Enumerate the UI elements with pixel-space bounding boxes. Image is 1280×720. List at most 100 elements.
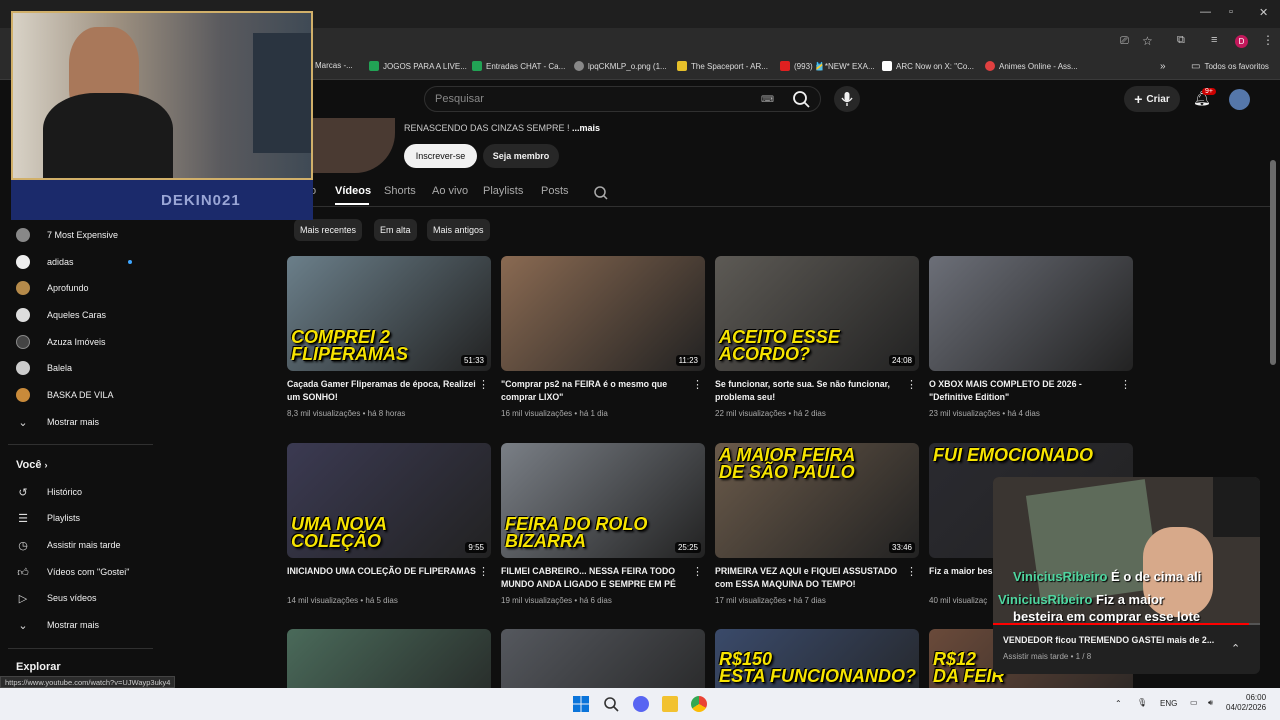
video-card[interactable]: UMA NOVA COLEÇÃO 9:55 INICIANDO UMA COLEÇÃ… [287,443,491,613]
language-indicator[interactable]: ENG [1160,699,1177,708]
close-icon[interactable]: ✕ [1259,6,1268,19]
network-icon[interactable]: ▭ [1190,698,1198,707]
windows-start-icon[interactable] [573,696,589,712]
bookmark-item[interactable]: Entradas CHAT - Ca... [472,61,565,71]
video-title[interactable]: O XBOX MAIS COMPLETO DE 2026 - "Definiti… [929,378,1119,404]
video-title[interactable]: FILMEI CABREIRO... NESSA FEIRA TODO MUND… [501,565,691,591]
sidebar-sub-aqueles-caras[interactable]: Aqueles Caras [16,303,106,327]
video-thumbnail[interactable] [501,629,705,688]
video-thumbnail[interactable]: ACEITO ESSE ACORDO? 24:08 [715,256,919,371]
reading-list-icon[interactable]: ≡ [1211,34,1217,46]
more-actions-icon[interactable]: ⋮ [478,565,489,578]
video-card[interactable]: R$150 ESTA FUNCIONANDO? [715,629,919,688]
system-clock[interactable]: 06:00 04/02/2026 [1226,693,1266,713]
search-input[interactable]: Pesquisar [435,93,484,105]
expand-queue-icon[interactable]: ⌃ [1231,642,1240,655]
video-thumbnail[interactable]: COMPREI 2 FLIPERAMAS 51:33 [287,256,491,371]
more-actions-icon[interactable]: ⋮ [1120,378,1131,391]
volume-icon[interactable]: 🔊︎ [1208,698,1213,708]
video-card[interactable]: ACEITO ESSE ACORDO? 24:08 Se funcionar, so… [715,256,919,426]
video-thumbnail[interactable]: UMA NOVA COLEÇÃO 9:55 [287,443,491,558]
sidebar-show-more-2[interactable]: ⌄ Mostrar mais [16,613,99,637]
discord-icon[interactable] [633,696,649,712]
sidebar-item-history[interactable]: ↺ Histórico [16,480,82,504]
bookmark-item[interactable]: lpqCKMLP_o.png (1... [574,61,667,71]
chevron-up-icon[interactable]: ⌃ [1115,699,1122,708]
tab-videos[interactable]: Vídeos [335,185,371,197]
star-icon[interactable]: ☆ [1142,34,1153,48]
tab-posts[interactable]: Posts [541,185,569,197]
sidebar-item-your-videos[interactable]: ▷ Seus vídeos [16,586,97,610]
video-thumbnail[interactable]: FEIRA DO ROLO BIZARRA 25:25 [501,443,705,558]
sidebar-item-watch-later[interactable]: ◷ Assistir mais tarde [16,533,120,557]
tab-live[interactable]: Ao vivo [432,185,468,197]
more-actions-icon[interactable]: ⋮ [906,378,917,391]
more-actions-icon[interactable]: ⋮ [692,565,703,578]
profile-avatar[interactable]: D [1235,35,1248,48]
extensions-icon[interactable]: ⧉ [1177,34,1185,47]
sidebar-you-heading[interactable]: Você › [16,459,48,471]
all-favorites-folder[interactable]: ▭ Todos os favoritos [1191,61,1269,72]
video-card[interactable]: FEIRA DO ROLO BIZARRA 25:25 FILMEI CABREIR… [501,443,705,613]
page-scrollbar[interactable] [1270,160,1276,365]
maximize-icon[interactable]: ▫ [1229,6,1233,18]
tab-shorts[interactable]: Shorts [384,185,416,197]
video-title[interactable]: Se funcionar, sorte sua. Se não funciona… [715,378,905,404]
sidebar-sub-7-most-expensive[interactable]: 7 Most Expensive [16,223,118,247]
keyboard-icon[interactable]: ⌨ [761,94,774,105]
more-bookmarks-icon[interactable]: » [1160,61,1166,72]
chip-recent[interactable]: Mais recentes [294,219,363,241]
cast-icon[interactable]: ⎚ [1120,35,1129,48]
minimize-icon[interactable]: — [1200,6,1211,18]
video-thumbnail[interactable] [287,629,491,688]
bookmark-item[interactable]: Animes Online - Ass... [985,61,1078,71]
video-title[interactable]: PRIMEIRA VEZ AQUI e FIQUEI ASSUSTADO com… [715,565,905,591]
mic-icon[interactable]: 🎙︎ [1137,698,1147,707]
video-thumbnail[interactable]: R$150 ESTA FUNCIONANDO? [715,629,919,688]
mini-player[interactable]: ViniciusRibeiro É o de cima ali Vinicius… [993,477,1260,674]
join-button[interactable]: Seja membro [483,144,559,168]
video-thumbnail[interactable] [929,256,1133,371]
file-explorer-icon[interactable] [662,696,678,712]
video-title[interactable]: "Comprar ps2 na FEIRA é o mesmo que comp… [501,378,691,404]
video-thumbnail[interactable]: A MAIOR FEIRA DE SÃO PAULO 33:46 [715,443,919,558]
bookmark-item[interactable]: The Spaceport - AR... [677,61,768,71]
menu-icon[interactable]: ⋮ [1262,33,1274,47]
video-card[interactable] [501,629,705,688]
sidebar-sub-azuza[interactable]: Azuza Imóveis [16,330,106,354]
video-thumbnail[interactable]: 11:23 [501,256,705,371]
chrome-icon[interactable] [691,696,707,712]
mini-player-title[interactable]: VENDEDOR ficou TREMENDO GASTEI mais de 2… [1003,635,1214,645]
video-card[interactable]: 11:23 "Comprar ps2 na FEIRA é o mesmo que… [501,256,705,426]
create-button[interactable]: + Criar [1124,86,1180,112]
video-card[interactable]: COMPREI 2 FLIPERAMAS 51:33 Caçada Gamer Fl… [287,256,491,426]
more-actions-icon[interactable]: ⋮ [478,378,489,391]
search-icon[interactable] [603,696,619,712]
sidebar-sub-adidas[interactable]: adidas [16,250,132,274]
account-avatar[interactable] [1229,89,1250,110]
video-card[interactable] [287,629,491,688]
more-actions-icon[interactable]: ⋮ [906,565,917,578]
bookmark-item[interactable]: ARC Now on X: "Co... [882,61,974,71]
bookmark-item[interactable]: JOGOS PARA A LIVE... [369,61,467,71]
bookmark-item[interactable]: Marcas -... [315,61,353,70]
voice-search-button[interactable] [834,86,860,112]
sidebar-show-more[interactable]: ⌄ Mostrar mais [16,410,99,434]
video-card[interactable]: O XBOX MAIS COMPLETO DE 2026 - "Definiti… [929,256,1133,426]
channel-avatar[interactable] [313,118,395,173]
sidebar-item-liked[interactable]: 👍︎ Vídeos com "Gostei" [16,560,129,584]
video-title[interactable]: INICIANDO UMA COLEÇÃO DE FLIPERAMAS [287,565,477,578]
video-title[interactable]: Caçada Gamer Fliperamas de época, Realiz… [287,378,477,404]
tab-playlists[interactable]: Playlists [483,185,523,197]
sidebar-sub-balela[interactable]: Balela [16,356,72,380]
search-box[interactable]: Pesquisar ⌨ [424,86,821,112]
sidebar-explore-heading[interactable]: Explorar [16,661,61,673]
bookmark-item[interactable]: (993) 🎽*NEW* EXA... [780,61,875,71]
video-card[interactable]: A MAIOR FEIRA DE SÃO PAULO 33:46 PRIMEIRA … [715,443,919,613]
subscribe-button[interactable]: Inscrever-se [404,144,477,168]
sidebar-sub-aprofundo[interactable]: Aprofundo [16,276,89,300]
mini-player-video[interactable]: ViniciusRibeiro É o de cima ali Vinicius… [993,477,1260,625]
channel-description[interactable]: RENASCENDO DAS CINZAS SEMPRE ! ...mais [404,123,600,133]
sidebar-item-playlists[interactable]: ☰ Playlists [16,506,80,530]
search-button[interactable] [784,86,820,112]
